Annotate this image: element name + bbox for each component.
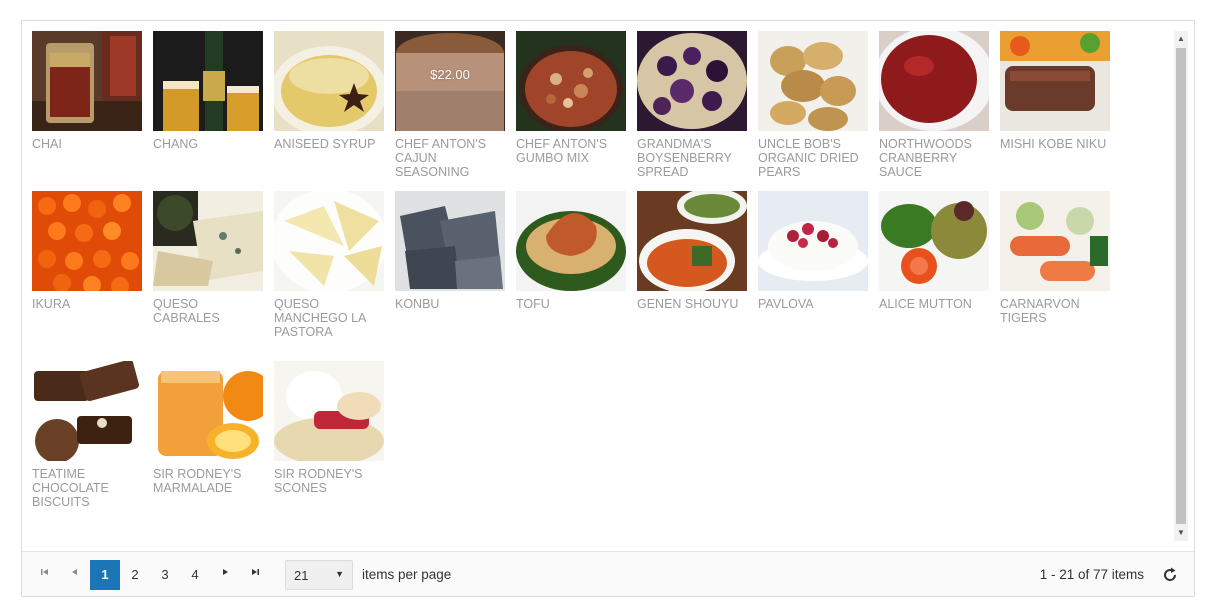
product-tile[interactable]: GRANDMA'S BOYSENBERRY SPREAD [637, 31, 749, 179]
product-tile[interactable]: IKURA [32, 191, 144, 311]
refresh-icon[interactable] [1160, 565, 1180, 585]
product-image[interactable] [758, 191, 868, 291]
product-image[interactable] [758, 31, 868, 131]
product-listview: CHAI CHANG ANISEED SYRUP $22.00 CHEF ANTON'S… [21, 20, 1195, 597]
page-button-1[interactable]: 1 [90, 560, 120, 590]
product-name: CARNARVON TIGERS [1000, 297, 1080, 325]
product-image[interactable] [879, 191, 989, 291]
page-button-2[interactable]: 2 [120, 560, 150, 590]
next-page-icon[interactable] [210, 560, 240, 590]
product-name: NORTHWOODS CRANBERRY SAUCE [879, 137, 972, 179]
product-name: TEATIME CHOCOLATE BISCUITS [32, 467, 109, 509]
product-image[interactable]: $22.00 [395, 31, 505, 131]
product-tile[interactable]: SIR RODNEY'S MARMALADE [153, 361, 265, 495]
product-tile[interactable]: NORTHWOODS CRANBERRY SAUCE [879, 31, 991, 179]
product-grid: CHAI CHANG ANISEED SYRUP $22.00 CHEF ANTON'S… [22, 21, 1174, 551]
product-name: ANISEED SYRUP [274, 137, 376, 151]
product-tile[interactable]: QUESO MANCHEGO LA PASTORA [274, 191, 386, 339]
product-image[interactable] [637, 31, 747, 131]
product-tile[interactable]: TEATIME CHOCOLATE BISCUITS [32, 361, 144, 509]
product-image[interactable] [274, 191, 384, 291]
product-tile[interactable]: CHEF ANTON'S GUMBO MIX [516, 31, 628, 165]
product-name: QUESO MANCHEGO LA PASTORA [274, 297, 366, 339]
first-page-icon[interactable] [30, 560, 60, 590]
chevron-down-icon: ▼ [335, 569, 344, 579]
product-image[interactable] [153, 191, 263, 291]
product-image[interactable] [516, 191, 626, 291]
product-image[interactable] [637, 191, 747, 291]
previous-page-icon[interactable] [60, 560, 90, 590]
product-name: SIR RODNEY'S SCONES [274, 467, 363, 495]
product-image[interactable] [32, 31, 142, 131]
product-name: CHAI [32, 137, 62, 151]
product-name: TOFU [516, 297, 550, 311]
product-name: SIR RODNEY'S MARMALADE [153, 467, 242, 495]
product-name: IKURA [32, 297, 71, 311]
product-image[interactable] [516, 31, 626, 131]
page-size-value: 21 [294, 568, 309, 583]
product-tile[interactable]: $22.00 CHEF ANTON'S CAJUN SEASONING [395, 31, 507, 179]
product-image[interactable] [32, 361, 142, 461]
product-tile[interactable]: CHANG [153, 31, 265, 151]
product-name: GRANDMA'S BOYSENBERRY SPREAD [637, 137, 732, 179]
product-image[interactable] [274, 31, 384, 131]
product-image[interactable] [1000, 31, 1110, 131]
product-name: QUESO CABRALES [153, 297, 220, 325]
product-name: GENEN SHOUYU [637, 297, 739, 311]
product-image[interactable] [879, 31, 989, 131]
product-tile[interactable]: UNCLE BOB'S ORGANIC DRIED PEARS [758, 31, 870, 179]
product-tile[interactable]: SIR RODNEY'S SCONES [274, 361, 386, 495]
page-button-3[interactable]: 3 [150, 560, 180, 590]
product-tile[interactable]: GENEN SHOUYU [637, 191, 749, 311]
product-tile[interactable]: ALICE MUTTON [879, 191, 991, 311]
product-image[interactable] [395, 191, 505, 291]
product-name: CHEF ANTON'S GUMBO MIX [516, 137, 608, 165]
product-tile[interactable]: CHAI [32, 31, 144, 151]
product-tile[interactable]: PAVLOVA [758, 191, 870, 311]
product-name: KONBU [395, 297, 440, 311]
pager: 1 2 3 4 21 ▼ items per page 1 - 21 of 77… [22, 551, 1194, 596]
page-size-dropdown[interactable]: 21 ▼ [285, 560, 353, 590]
product-name: PAVLOVA [758, 297, 814, 311]
product-image[interactable] [32, 191, 142, 291]
product-tile[interactable]: TOFU [516, 191, 628, 311]
scroll-thumb[interactable] [1176, 48, 1186, 524]
vertical-scrollbar[interactable]: ▲ ▼ [1174, 31, 1188, 541]
product-image[interactable] [1000, 191, 1110, 291]
product-tile[interactable]: QUESO CABRALES [153, 191, 265, 325]
pager-info: 1 - 21 of 77 items [1039, 567, 1144, 582]
product-tile[interactable]: ANISEED SYRUP [274, 31, 386, 151]
product-tile[interactable]: MISHI KOBE NIKU [1000, 31, 1112, 151]
scroll-down-icon[interactable]: ▼ [1174, 525, 1188, 541]
last-page-icon[interactable] [240, 560, 270, 590]
product-name: UNCLE BOB'S ORGANIC DRIED PEARS [758, 137, 859, 179]
product-image[interactable] [153, 361, 263, 461]
product-image[interactable] [153, 31, 263, 131]
product-name: CHANG [153, 137, 199, 151]
product-tile[interactable]: KONBU [395, 191, 507, 311]
scroll-up-icon[interactable]: ▲ [1174, 31, 1188, 47]
product-image[interactable] [274, 361, 384, 461]
items-per-page-label: items per page [362, 567, 452, 582]
product-name: MISHI KOBE NIKU [1000, 137, 1107, 151]
product-price: $22.00 [430, 67, 470, 82]
product-name: ALICE MUTTON [879, 297, 972, 311]
page-button-4[interactable]: 4 [180, 560, 210, 590]
product-name: CHEF ANTON'S CAJUN SEASONING [395, 137, 487, 179]
product-tile[interactable]: CARNARVON TIGERS [1000, 191, 1112, 325]
